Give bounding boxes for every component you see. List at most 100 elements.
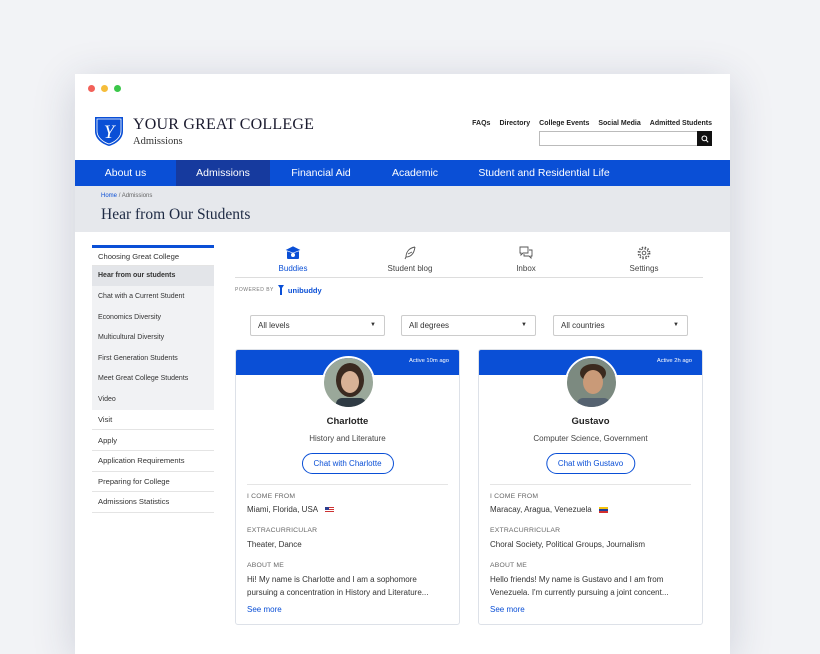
chevron-down-icon: ▼	[370, 322, 376, 328]
graduation-cap-icon	[285, 246, 301, 259]
tab-label: Settings	[629, 264, 659, 273]
tab-settings[interactable]: Settings	[604, 244, 684, 273]
tab-inbox[interactable]: Inbox	[486, 244, 566, 273]
sidebar-item-multicultural-diversity[interactable]: Multicultural Diversity	[92, 327, 214, 348]
utility-link-social-media[interactable]: Social Media	[598, 120, 640, 127]
from-text: Maracay, Aragua, Venezuela	[490, 505, 592, 514]
sidebar-item-chat-current-student[interactable]: Chat with a Current Student	[92, 286, 214, 307]
breadcrumb-home[interactable]: Home	[101, 193, 117, 199]
close-dot[interactable]	[88, 85, 95, 92]
brand-subtitle: Admissions	[133, 136, 183, 147]
page-hero: Home / Admissions Hear from Our Students	[75, 186, 730, 232]
sidebar-item-apply[interactable]: Apply	[92, 430, 214, 451]
chevron-down-icon: ▼	[521, 322, 527, 328]
gear-icon	[637, 246, 651, 260]
filter-value: All levels	[258, 321, 290, 330]
chat-button[interactable]: Chat with Charlotte	[301, 453, 394, 474]
utility-link-faqs[interactable]: FAQs	[472, 120, 490, 127]
extracurricular-label: EXTRACURRICULAR	[490, 527, 561, 534]
chat-bubbles-icon	[519, 246, 533, 260]
card-divider	[247, 484, 448, 485]
from-label: I COME FROM	[247, 493, 296, 500]
tab-label: Inbox	[516, 264, 536, 273]
extracurricular-value: Theater, Dance	[247, 540, 302, 549]
from-value: Miami, Florida, USA	[247, 504, 448, 517]
nav-academic[interactable]: Academic	[372, 160, 458, 186]
about-label: ABOUT ME	[490, 562, 527, 569]
see-more-link[interactable]: See more	[247, 605, 282, 614]
utility-links: FAQs Directory College Events Social Med…	[472, 120, 712, 127]
filter-value: All degrees	[409, 321, 450, 330]
search-input[interactable]	[539, 131, 712, 146]
filter-value: All countries	[561, 321, 605, 330]
chevron-down-icon: ▼	[673, 322, 679, 328]
venezuela-flag-icon	[598, 506, 608, 513]
powered-by: POWERED BY unibuddy	[235, 285, 322, 295]
browser-window: Y YOUR GREAT COLLEGE Admissions FAQs Dir…	[75, 74, 730, 654]
sidebar-item-video[interactable]: Video	[92, 389, 214, 410]
card-divider	[490, 484, 691, 485]
tab-student-blog[interactable]: Student blog	[370, 244, 450, 273]
see-more-link[interactable]: See more	[490, 605, 525, 614]
filter-degrees[interactable]: All degrees ▼	[401, 315, 536, 336]
powered-by-label: POWERED BY	[235, 287, 274, 293]
main-nav: About us Admissions Financial Aid Academ…	[75, 160, 730, 186]
sidebar-item-application-requirements[interactable]: Application Requirements	[92, 451, 214, 472]
tab-buddies[interactable]: Buddies	[253, 244, 333, 273]
page-title: Hear from Our Students	[101, 206, 251, 223]
widget-tabs: Buddies Student blog Inbox Settings	[235, 244, 703, 278]
nav-financial-aid[interactable]: Financial Aid	[270, 160, 372, 186]
sidebar-item-preparing[interactable]: Preparing for College	[92, 472, 214, 493]
unibuddy-brand[interactable]: unibuddy	[288, 286, 322, 295]
breadcrumb-current: Admissions	[121, 193, 153, 199]
avatar[interactable]	[565, 356, 618, 409]
avatar[interactable]	[322, 356, 375, 409]
nav-admissions[interactable]: Admissions	[176, 160, 270, 186]
buddy-field: Computer Science, Government	[533, 434, 648, 443]
active-status: Active 2h ago	[656, 358, 692, 364]
active-status: Active 10m ago	[409, 358, 449, 364]
college-shield-logo[interactable]: Y	[93, 115, 125, 147]
nav-student-residential-life[interactable]: Student and Residential Life	[458, 160, 630, 186]
from-value: Maracay, Aragua, Venezuela	[490, 504, 691, 517]
utility-link-directory[interactable]: Directory	[499, 120, 530, 127]
search-icon	[700, 134, 709, 143]
unibuddy-logo-icon	[277, 285, 284, 295]
extracurricular-value: Choral Society, Political Groups, Journa…	[490, 540, 646, 549]
utility-link-college-events[interactable]: College Events	[539, 120, 589, 127]
sidebar-item-statistics[interactable]: Admissions Statistics	[92, 492, 214, 513]
buddy-card-gustavo: Active 2h ago Gustavo Computer Science, …	[478, 349, 703, 625]
breadcrumb: Home / Admissions	[101, 193, 152, 199]
search-button[interactable]	[697, 131, 712, 146]
sidebar-item-hear-from-students[interactable]: Hear from our students	[92, 265, 214, 287]
sidebar-item-meet-students[interactable]: Meet Great College Students	[92, 368, 214, 390]
about-text: Hello friends! My name is Gustavo and I …	[490, 575, 669, 597]
sidebar-item-first-generation[interactable]: First Generation Students	[92, 347, 214, 369]
feather-icon	[404, 246, 416, 260]
tab-label: Buddies	[278, 264, 308, 273]
filter-countries[interactable]: All countries ▼	[553, 315, 688, 336]
about-text: Hi! My name is Charlotte and I am a soph…	[247, 575, 429, 597]
brand-name: YOUR GREAT COLLEGE	[133, 116, 315, 133]
window-controls	[88, 85, 121, 92]
tab-label: Student blog	[387, 264, 433, 273]
filter-levels[interactable]: All levels ▼	[250, 315, 385, 336]
buddy-card-charlotte: Active 10m ago Charlotte History and Lit…	[235, 349, 460, 625]
sidebar-item-visit[interactable]: Visit	[92, 410, 214, 431]
chat-button[interactable]: Chat with Gustavo	[545, 453, 636, 474]
sidebar-item-choosing[interactable]: Choosing Great College	[92, 245, 214, 266]
extracurricular-label: EXTRACURRICULAR	[247, 527, 318, 534]
utility-link-admitted-students[interactable]: Admitted Students	[650, 120, 712, 127]
from-text: Miami, Florida, USA	[247, 505, 318, 514]
usa-flag-icon	[324, 506, 334, 513]
maximize-dot[interactable]	[114, 85, 121, 92]
sidebar-item-economics-diversity[interactable]: Economics Diversity	[92, 306, 214, 328]
brand[interactable]: YOUR GREAT COLLEGE Admissions	[133, 116, 314, 147]
minimize-dot[interactable]	[101, 85, 108, 92]
nav-about-us[interactable]: About us	[75, 160, 176, 186]
sidebar: Choosing Great College Hear from our stu…	[92, 245, 214, 513]
buddy-name: Charlotte	[326, 416, 369, 427]
from-label: I COME FROM	[490, 493, 539, 500]
about-label: ABOUT ME	[247, 562, 284, 569]
buddy-name: Gustavo	[571, 416, 610, 427]
